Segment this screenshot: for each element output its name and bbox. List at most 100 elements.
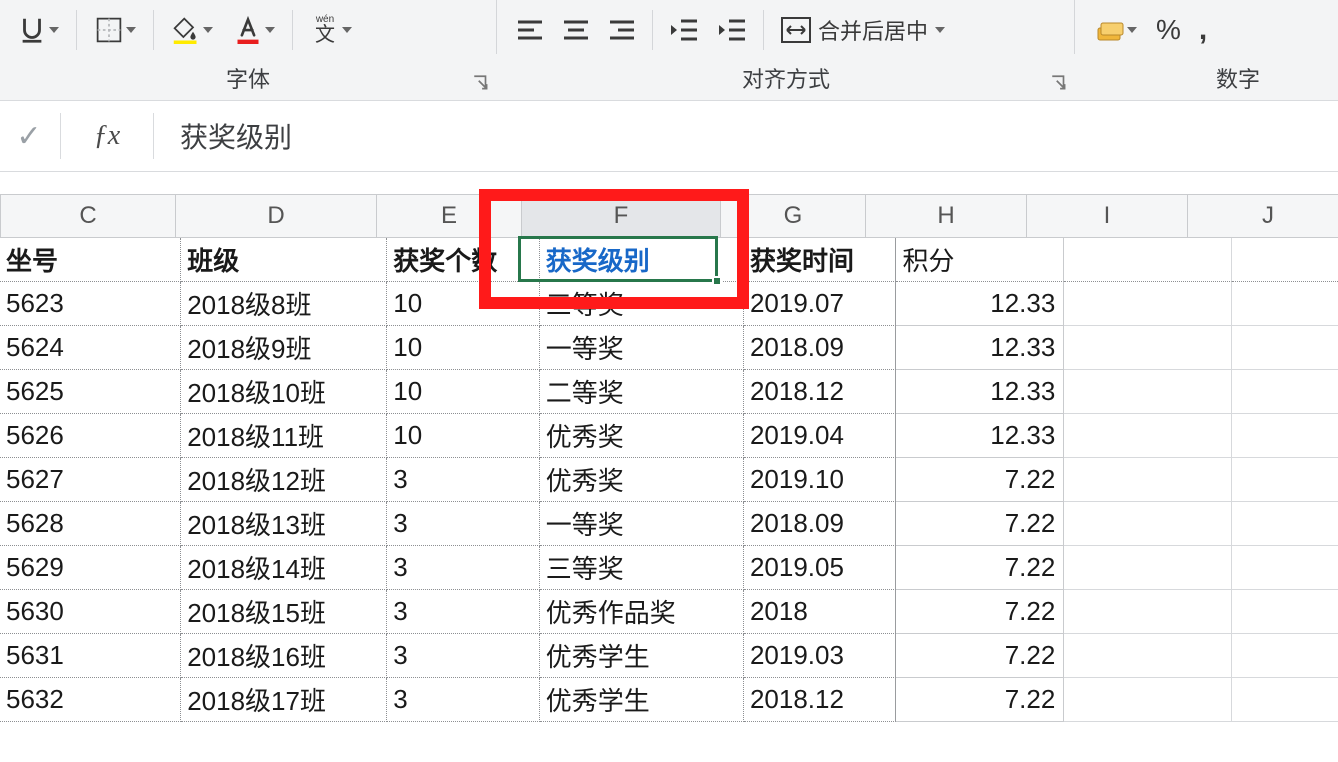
cell[interactable]: 5632 bbox=[0, 678, 181, 722]
cell[interactable]: 一等奖 bbox=[540, 326, 744, 370]
percent-button[interactable]: % bbox=[1154, 14, 1183, 46]
cell[interactable]: 2018级13班 bbox=[181, 502, 387, 546]
cell[interactable]: 2018级15班 bbox=[181, 590, 387, 634]
cell[interactable] bbox=[1232, 414, 1338, 458]
cell[interactable] bbox=[1232, 546, 1338, 590]
cell[interactable] bbox=[1064, 634, 1232, 678]
cell[interactable]: 3 bbox=[387, 458, 540, 502]
cell[interactable]: 10 bbox=[387, 282, 540, 326]
cell[interactable] bbox=[1064, 458, 1232, 502]
cell[interactable]: 10 bbox=[387, 414, 540, 458]
cell[interactable]: 7.22 bbox=[896, 502, 1064, 546]
col-header-J[interactable]: J bbox=[1188, 195, 1338, 237]
cell[interactable]: 2018.09 bbox=[744, 502, 897, 546]
cell[interactable]: 优秀奖 bbox=[540, 414, 744, 458]
cell[interactable]: 三等奖 bbox=[540, 546, 744, 590]
cell[interactable]: 优秀学生 bbox=[540, 678, 744, 722]
cell[interactable]: 2018.12 bbox=[744, 678, 897, 722]
col-header-F[interactable]: F bbox=[522, 195, 721, 237]
confirm-button[interactable]: ✓ bbox=[4, 119, 54, 154]
align-right-button[interactable] bbox=[606, 19, 638, 41]
cell[interactable]: 12.33 bbox=[896, 414, 1064, 458]
cell[interactable]: 12.33 bbox=[896, 282, 1064, 326]
cell-empty[interactable] bbox=[1064, 238, 1232, 282]
cell[interactable]: 5631 bbox=[0, 634, 181, 678]
cell[interactable]: 3 bbox=[387, 502, 540, 546]
cell[interactable]: 10 bbox=[387, 326, 540, 370]
cell[interactable] bbox=[1232, 634, 1338, 678]
cell[interactable] bbox=[1232, 502, 1338, 546]
cell[interactable]: 2018.09 bbox=[744, 326, 897, 370]
comma-style-button[interactable]: , bbox=[1197, 13, 1209, 47]
cell[interactable]: 5626 bbox=[0, 414, 181, 458]
insert-function-button[interactable]: ƒx bbox=[67, 120, 147, 152]
font-color-button[interactable] bbox=[230, 14, 278, 46]
cell[interactable]: 2018 bbox=[744, 590, 897, 634]
cell[interactable] bbox=[1232, 282, 1338, 326]
cell[interactable]: 三等奖 bbox=[540, 282, 744, 326]
cell[interactable] bbox=[1064, 502, 1232, 546]
col-header-C[interactable]: C bbox=[0, 195, 176, 237]
cell-header[interactable]: 坐号 bbox=[0, 238, 181, 282]
merge-center-button[interactable]: 合并后居中 bbox=[778, 14, 948, 46]
dropdown-icon[interactable] bbox=[264, 16, 276, 44]
dropdown-icon[interactable] bbox=[1126, 16, 1138, 44]
cell[interactable] bbox=[1232, 370, 1338, 414]
dropdown-icon[interactable] bbox=[125, 16, 137, 44]
dialog-launcher-icon[interactable] bbox=[1050, 74, 1068, 92]
cell[interactable]: 7.22 bbox=[896, 634, 1064, 678]
cell[interactable]: 7.22 bbox=[896, 678, 1064, 722]
cell[interactable]: 7.22 bbox=[896, 458, 1064, 502]
cell[interactable] bbox=[1064, 546, 1232, 590]
cell[interactable]: 5628 bbox=[0, 502, 181, 546]
cell[interactable]: 3 bbox=[387, 590, 540, 634]
cell[interactable]: 7.22 bbox=[896, 590, 1064, 634]
cell[interactable]: 优秀学生 bbox=[540, 634, 744, 678]
cell[interactable]: 12.33 bbox=[896, 370, 1064, 414]
dropdown-icon[interactable] bbox=[341, 16, 353, 44]
cell[interactable] bbox=[1064, 282, 1232, 326]
cell-header[interactable]: 班级 bbox=[181, 238, 387, 282]
active-cell-handle[interactable] bbox=[712, 276, 722, 286]
cell[interactable]: 5624 bbox=[0, 326, 181, 370]
cell-header[interactable]: 获奖时间 bbox=[744, 238, 897, 282]
cell[interactable]: 2019.04 bbox=[744, 414, 897, 458]
borders-button[interactable] bbox=[91, 14, 139, 46]
cell[interactable] bbox=[1064, 414, 1232, 458]
cell-empty[interactable] bbox=[1232, 238, 1338, 282]
cell[interactable]: 5627 bbox=[0, 458, 181, 502]
col-header-I[interactable]: I bbox=[1027, 195, 1188, 237]
cell[interactable]: 2018级14班 bbox=[181, 546, 387, 590]
cell[interactable] bbox=[1232, 458, 1338, 502]
cell[interactable]: 12.33 bbox=[896, 326, 1064, 370]
cell[interactable]: 2018级9班 bbox=[181, 326, 387, 370]
cell[interactable]: 5625 bbox=[0, 370, 181, 414]
col-header-D[interactable]: D bbox=[176, 195, 377, 237]
cell[interactable]: 2018级16班 bbox=[181, 634, 387, 678]
cell[interactable] bbox=[1064, 326, 1232, 370]
formula-bar-value[interactable]: 获奖级别 bbox=[160, 116, 1338, 156]
cell[interactable]: 2018级17班 bbox=[181, 678, 387, 722]
dropdown-icon[interactable] bbox=[934, 16, 946, 44]
cell[interactable] bbox=[1232, 590, 1338, 634]
underline-button[interactable] bbox=[14, 14, 62, 46]
cell[interactable]: 优秀作品奖 bbox=[540, 590, 744, 634]
dropdown-icon[interactable] bbox=[48, 16, 60, 44]
cell[interactable] bbox=[1064, 590, 1232, 634]
cell[interactable]: 3 bbox=[387, 678, 540, 722]
cell-header[interactable]: 获奖个数 bbox=[387, 238, 540, 282]
cell[interactable]: 一等奖 bbox=[540, 502, 744, 546]
cell-header[interactable]: 积分 bbox=[896, 238, 1064, 282]
cell[interactable]: 2019.05 bbox=[744, 546, 897, 590]
dropdown-icon[interactable] bbox=[202, 16, 214, 44]
phonetic-guide-button[interactable]: wén 文 bbox=[307, 14, 355, 46]
cell[interactable]: 2019.03 bbox=[744, 634, 897, 678]
cell[interactable]: 2018级8班 bbox=[181, 282, 387, 326]
cell[interactable] bbox=[1232, 326, 1338, 370]
col-header-G[interactable]: G bbox=[721, 195, 866, 237]
cell[interactable]: 5630 bbox=[0, 590, 181, 634]
align-left-button[interactable] bbox=[514, 19, 546, 41]
cell[interactable]: 二等奖 bbox=[540, 370, 744, 414]
cell[interactable] bbox=[1064, 678, 1232, 722]
cell[interactable]: 7.22 bbox=[896, 546, 1064, 590]
